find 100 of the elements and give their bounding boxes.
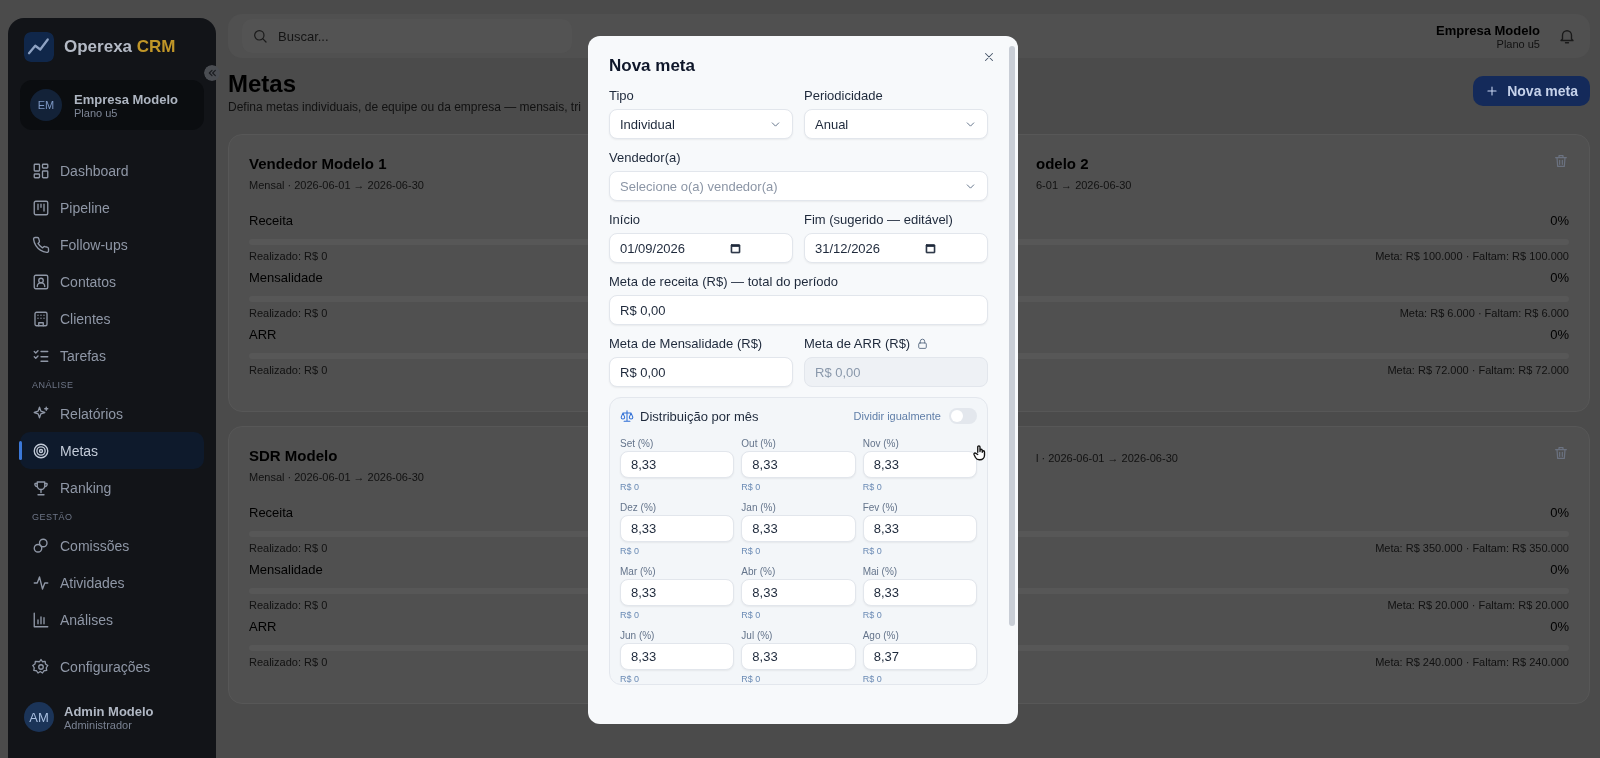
close-icon[interactable] bbox=[982, 50, 996, 64]
month-amount: R$ 0 bbox=[741, 546, 762, 556]
metric-label: ARR bbox=[249, 327, 277, 344]
field-label: Meta de Mensalidade (R$) bbox=[609, 336, 763, 351]
sidebar-item[interactable]: Ranking bbox=[20, 469, 204, 506]
plus-icon bbox=[1485, 84, 1500, 98]
metric-label: Receita bbox=[249, 505, 294, 522]
goal-period: 6-01 → 2026-06-30 bbox=[1036, 179, 1132, 191]
user-role: Administrador bbox=[64, 718, 133, 731]
scale-icon bbox=[620, 409, 634, 423]
sidebar-item[interactable]: Análises bbox=[20, 601, 204, 638]
sidebar-item[interactable]: Comissões bbox=[20, 527, 204, 564]
month-label: Out (%) bbox=[741, 438, 777, 449]
percent-input[interactable]: 8,33 bbox=[741, 643, 856, 670]
input-field: R$ 0,00 bbox=[804, 357, 988, 387]
month-amount: R$ 0 bbox=[620, 482, 640, 492]
percent-input[interactable]: 8,33 bbox=[862, 579, 977, 606]
goal-period: Mensal · 2026-06-01 → 2026-06-30 bbox=[249, 471, 424, 483]
sidebar-item[interactable]: Contatos bbox=[20, 263, 204, 300]
field-label: Periodicidade bbox=[804, 88, 883, 103]
select-field[interactable]: Individual bbox=[609, 109, 793, 139]
date-field[interactable]: 31/12/2026 bbox=[804, 233, 988, 263]
search-icon bbox=[252, 28, 268, 44]
metric-detail: Realizado: R$ 0 bbox=[249, 542, 328, 554]
brand-name: Operexa CRM bbox=[64, 37, 176, 57]
percent-input[interactable]: 8,33 bbox=[862, 515, 977, 542]
input-field[interactable]: R$ 0,00 bbox=[609, 295, 988, 325]
collapse-icon[interactable] bbox=[204, 65, 220, 81]
grid-icon bbox=[32, 161, 50, 180]
metric-detail: Meta: R$ 20.000 · Faltam: R$ 20.000 bbox=[1387, 599, 1569, 611]
new-goal-button[interactable]: Nova meta bbox=[1473, 76, 1590, 106]
metric-label: Mensalidade bbox=[249, 562, 323, 579]
company-card[interactable]: EM Empresa Modelo Plano u5 bbox=[20, 80, 204, 130]
metric-percent: 0% bbox=[1550, 213, 1569, 230]
trash-icon[interactable] bbox=[1553, 153, 1569, 169]
field-label: Fim (sugerido — editável) bbox=[804, 212, 953, 227]
percent-input[interactable]: 8,33 bbox=[741, 579, 856, 606]
percent-input[interactable]: 8,33 bbox=[620, 579, 735, 606]
bar-chart-icon bbox=[32, 610, 50, 629]
panel-title: Distribuição por mês bbox=[640, 408, 759, 424]
settings-icon bbox=[32, 657, 50, 676]
month-label: Nov (%) bbox=[862, 438, 900, 449]
sidebar-item[interactable]: Configurações bbox=[20, 648, 204, 685]
month-amount: R$ 0 bbox=[620, 610, 640, 620]
lock-icon bbox=[916, 337, 930, 350]
percent-input[interactable]: 8,33 bbox=[620, 515, 735, 542]
modal-title: Nova meta bbox=[609, 55, 696, 76]
select-field[interactable]: Anual bbox=[804, 109, 988, 139]
month-label: Jun (%) bbox=[620, 630, 656, 641]
company-plan: Plano u5 bbox=[1496, 37, 1540, 50]
metric-label: Receita bbox=[249, 213, 294, 230]
field-label: Tipo bbox=[609, 88, 634, 103]
sidebar-item[interactable]: Pipeline bbox=[20, 189, 204, 226]
percent-input[interactable]: 8,33 bbox=[620, 451, 735, 478]
month-amount: R$ 0 bbox=[862, 546, 883, 556]
goal-period: Mensal · 2026-06-01 → 2026-06-30 bbox=[249, 179, 424, 191]
building-icon bbox=[32, 309, 50, 328]
sidebar-item[interactable]: Relatórios bbox=[20, 395, 204, 432]
sidebar-item[interactable]: Tarefas bbox=[20, 337, 204, 374]
month-label: Jul (%) bbox=[741, 630, 774, 641]
metric-detail: Meta: R$ 6.000 · Faltam: R$ 6.000 bbox=[1399, 307, 1569, 319]
chart-logo-icon bbox=[24, 32, 54, 62]
month-label: Abr (%) bbox=[741, 566, 777, 577]
month-amount: R$ 0 bbox=[620, 546, 640, 556]
field-label: Início bbox=[609, 212, 641, 227]
percent-input[interactable]: 8,33 bbox=[741, 451, 856, 478]
month-amount: R$ 0 bbox=[862, 610, 883, 620]
percent-input[interactable]: 8,37 bbox=[862, 643, 977, 670]
field-label: Vendedor(a) bbox=[609, 150, 681, 165]
field-label: Meta de receita (R$) — total do período bbox=[609, 274, 839, 289]
trash-icon[interactable] bbox=[1553, 445, 1569, 461]
sidebar-item[interactable]: Atividades bbox=[20, 564, 204, 601]
metric-percent: 0% bbox=[1550, 619, 1569, 636]
calendar-icon bbox=[924, 241, 938, 255]
metric-detail: Realizado: R$ 0 bbox=[249, 250, 328, 262]
input-field[interactable]: R$ 0,00 bbox=[609, 357, 793, 387]
percent-input[interactable]: 8,33 bbox=[862, 451, 977, 478]
toggle-switch[interactable] bbox=[949, 408, 977, 424]
company-avatar: EM bbox=[30, 89, 62, 121]
percent-input[interactable]: 8,33 bbox=[741, 515, 856, 542]
metric-detail: Meta: R$ 350.000 · Faltam: R$ 350.000 bbox=[1375, 542, 1569, 554]
bell-icon[interactable] bbox=[1558, 27, 1576, 45]
sidebar-item[interactable]: Dashboard bbox=[20, 152, 204, 189]
month-label: Fev (%) bbox=[862, 502, 899, 513]
sidebar-item[interactable]: Follow-ups bbox=[20, 226, 204, 263]
goal-title: SDR Modelo bbox=[249, 447, 338, 464]
metric-detail: Realizado: R$ 0 bbox=[249, 364, 328, 376]
percent-input[interactable]: 8,33 bbox=[620, 643, 735, 670]
trophy-icon bbox=[32, 478, 50, 497]
target-icon bbox=[32, 441, 50, 460]
metric-percent: 0% bbox=[1550, 327, 1569, 344]
date-field[interactable]: 01/09/2026 bbox=[609, 233, 793, 263]
sidebar-item[interactable]: Clientes bbox=[20, 300, 204, 337]
month-amount: R$ 0 bbox=[741, 674, 762, 684]
toggle-label: Dividir igualmente bbox=[853, 410, 941, 422]
sidebar-item[interactable]: Metas bbox=[20, 432, 204, 469]
metric-percent: 0% bbox=[1550, 505, 1569, 522]
metric-percent: 0% bbox=[1550, 270, 1569, 287]
month-label: Ago (%) bbox=[862, 630, 900, 641]
metric-detail: Meta: R$ 240.000 · Faltam: R$ 240.000 bbox=[1375, 656, 1569, 668]
